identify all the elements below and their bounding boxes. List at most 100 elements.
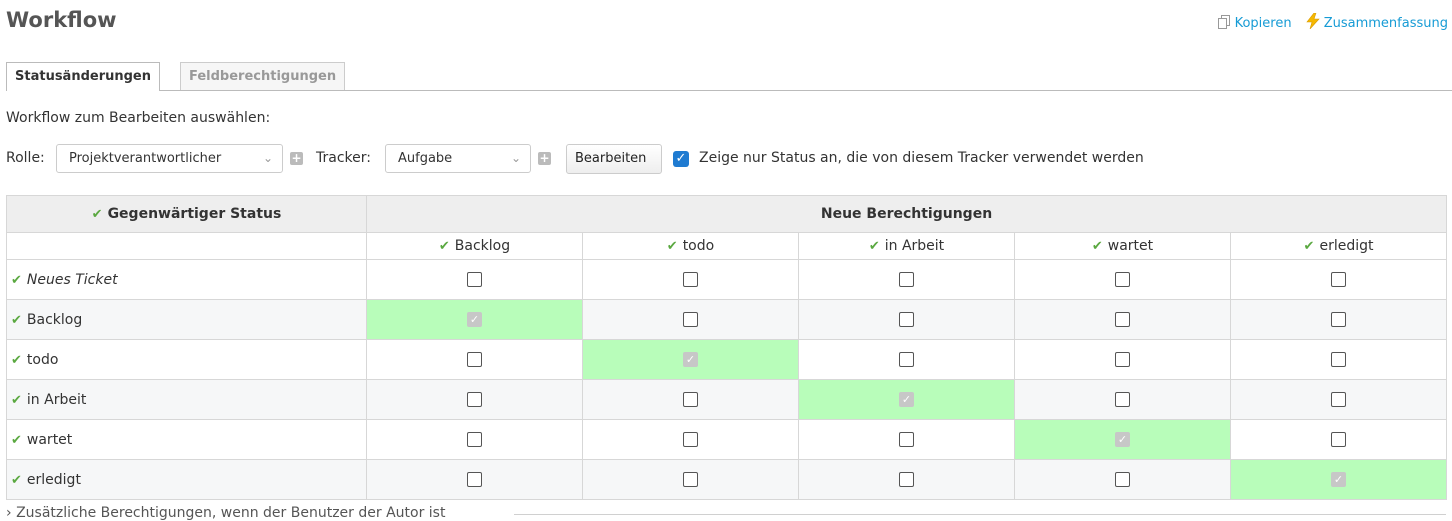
transition-checkbox[interactable] (899, 312, 914, 327)
transition-checkbox[interactable] (1115, 352, 1130, 367)
transition-checkbox[interactable] (1331, 392, 1347, 407)
only-used-statuses-checkbox[interactable]: ✓ (673, 151, 689, 167)
tab-feldberechtigungen[interactable]: Feldberechtigungen (180, 62, 346, 90)
transition-checkbox[interactable] (1331, 312, 1347, 327)
row-label: Neues Ticket (26, 271, 118, 288)
column-header-todo[interactable]: ✔ todo (582, 232, 799, 260)
row-label: todo (26, 351, 59, 368)
transition-checkbox[interactable] (683, 312, 698, 327)
row-header-erledigt[interactable]: ✔ erledigt (6, 459, 367, 500)
row-label: wartet (26, 431, 73, 448)
transition-checkbox[interactable] (1115, 272, 1130, 287)
transition-checkbox[interactable] (683, 432, 698, 447)
page-title: Workflow (6, 8, 117, 32)
transition-checkbox[interactable] (683, 472, 698, 487)
transition-checkbox[interactable] (467, 472, 482, 487)
column-label: Backlog (454, 238, 511, 254)
row-header-todo[interactable]: ✔ todo (6, 339, 367, 380)
transition-cell-same-status: ✓ (798, 379, 1015, 420)
column-header-wartet[interactable]: ✔ wartet (1014, 232, 1231, 260)
tracker-add-icon[interactable]: + (538, 152, 551, 165)
transition-cell (798, 259, 1015, 300)
column-header-in-arbeit[interactable]: ✔ in Arbeit (798, 232, 1015, 260)
column-label: erledigt (1319, 238, 1374, 254)
filter-bar: Rolle: Projektverantwortlicher ⌄ + Track… (6, 143, 1426, 175)
row-header-backlog[interactable]: ✔ Backlog (6, 299, 367, 340)
check-icon: ✔ (11, 352, 22, 368)
transition-cell (1229, 379, 1448, 420)
transition-cell (798, 459, 1015, 500)
table-row: ✔ wartet ✓ (6, 419, 1448, 460)
transition-cell (798, 419, 1015, 460)
tracker-label: Tracker: (316, 150, 371, 166)
lightning-icon (1306, 12, 1320, 33)
author-permissions-toggle[interactable]: › Zusätzliche Berechtigungen, wenn der B… (6, 505, 1446, 521)
role-label: Rolle: (6, 150, 45, 166)
transition-checkbox[interactable] (1115, 392, 1130, 407)
column-label: todo (682, 238, 715, 254)
transition-cell-same-status: ✓ (366, 299, 583, 340)
table-row: ✔ todo ✓ (6, 339, 1448, 380)
column-header-backlog[interactable]: ✔ Backlog (366, 232, 583, 260)
transition-checkbox[interactable] (1115, 472, 1130, 487)
table-row: ✔ in Arbeit ✓ (6, 379, 1448, 420)
summary-link[interactable]: Zusammenfassung (1306, 12, 1448, 33)
edit-button[interactable]: Bearbeiten (566, 144, 662, 174)
transition-cell (366, 419, 583, 460)
transition-checkbox[interactable] (899, 432, 914, 447)
row-header-in-arbeit[interactable]: ✔ in Arbeit (6, 379, 367, 420)
contextual-actions: Kopieren Zusammenfassung (1208, 12, 1448, 33)
column-label: wartet (1107, 238, 1154, 254)
divider (514, 514, 1446, 515)
table-row: ✔ erledigt ✓ (6, 459, 1448, 500)
tabs-bar: Statusänderungen Feldberechtigungen (6, 62, 1452, 91)
chevron-down-icon: ⌄ (510, 151, 521, 165)
transition-cell (1014, 379, 1231, 420)
row-label: in Arbeit (26, 391, 87, 408)
transition-cell (1014, 259, 1231, 300)
transition-cell (798, 299, 1015, 340)
transition-checkbox[interactable] (899, 352, 914, 367)
transition-cell (1229, 419, 1448, 460)
transition-cell (1014, 299, 1231, 340)
transition-checkbox[interactable] (683, 392, 698, 407)
transition-cell (366, 459, 583, 500)
transition-cell (1229, 299, 1448, 340)
transition-checkbox[interactable] (1115, 312, 1130, 327)
transition-cell (582, 379, 799, 420)
transition-checkbox[interactable] (467, 392, 482, 407)
row-label: Backlog (26, 311, 83, 328)
transition-checkbox[interactable] (899, 272, 914, 287)
check-icon: ✔ (11, 272, 22, 288)
transition-cell (582, 299, 799, 340)
transition-cell (582, 419, 799, 460)
transition-checkbox[interactable] (467, 352, 482, 367)
transition-checkbox[interactable] (899, 472, 914, 487)
transition-checkbox[interactable] (467, 272, 482, 287)
row-header-neues-ticket[interactable]: ✔ Neues Ticket (6, 259, 367, 300)
check-icon: ✔ (666, 239, 678, 254)
check-icon: ✔ (1303, 239, 1315, 254)
status-columns-row: ✔ Backlog ✔ todo ✔ in Arbeit ✔ wartet ✔ erled… (6, 232, 1448, 260)
transition-checkbox[interactable] (1331, 432, 1347, 447)
transition-checkbox-disabled: ✓ (1331, 472, 1347, 487)
chevron-down-icon: ⌄ (262, 151, 273, 165)
transition-cell (1229, 339, 1448, 380)
copy-link[interactable]: Kopieren (1217, 15, 1296, 31)
row-header-wartet[interactable]: ✔ wartet (6, 419, 367, 460)
tab-statusaenderungen[interactable]: Statusänderungen (6, 62, 161, 91)
empty-header-cell (6, 232, 367, 260)
transition-checkbox[interactable] (683, 272, 698, 287)
role-select[interactable]: Projektverantwortlicher ⌄ (56, 144, 283, 173)
check-icon: ✔ (438, 239, 450, 254)
copy-label: Kopieren (1234, 16, 1292, 31)
transition-checkbox[interactable] (1331, 272, 1347, 287)
summary-label: Zusammenfassung (1323, 16, 1448, 31)
row-label: erledigt (26, 471, 81, 488)
transition-checkbox[interactable] (1331, 352, 1347, 367)
column-header-erledigt[interactable]: ✔ erledigt (1229, 232, 1448, 260)
tracker-select[interactable]: Aufgabe ⌄ (385, 144, 531, 173)
transition-checkbox[interactable] (467, 432, 482, 447)
check-icon: ✔ (868, 239, 880, 254)
role-add-icon[interactable]: + (290, 152, 303, 165)
